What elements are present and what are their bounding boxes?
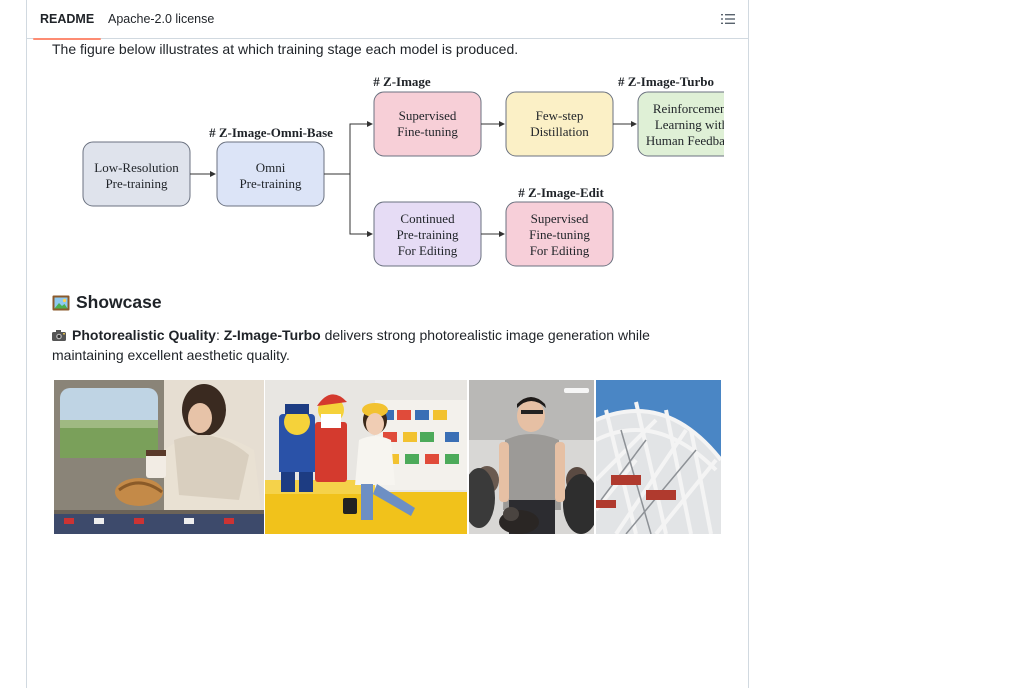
box-line: For Editing — [530, 243, 590, 258]
box-supervised-fine-tuning: Supervised Fine-tuning — [373, 91, 482, 157]
box-continued-pretraining-editing: Continued Pre-training For Editing — [373, 201, 482, 267]
box-line: Supervised — [531, 211, 589, 226]
box-line: Pre-training — [396, 227, 459, 242]
box-line: Omni — [256, 160, 286, 175]
box-line: Few-step — [536, 108, 584, 123]
box-line: Supervised — [399, 108, 457, 123]
framed-picture-icon — [52, 295, 70, 311]
toc-list-icon[interactable] — [718, 9, 738, 29]
readme-panel: README Apache-2.0 license The figure bel… — [26, 0, 749, 688]
showcase-heading: Showcase — [52, 292, 162, 313]
tab-license[interactable]: Apache-2.0 license — [101, 0, 221, 39]
box-line: Human Feedback — [646, 133, 724, 148]
box-rlhf: Reinforcement Learning with Human Feedba… — [637, 91, 746, 157]
box-line: Low-Resolution — [94, 160, 179, 175]
showcase-gallery — [54, 380, 721, 534]
showcase-image-man-with-dog[interactable] — [469, 380, 594, 534]
label-z-image-omni-base: # Z-Image-Omni-Base — [209, 125, 333, 140]
label-z-image: # Z-Image — [373, 74, 431, 89]
box-line: Pre-training — [105, 176, 168, 191]
showcase-description: Photorealistic Quality: Z-Image-Turbo de… — [52, 326, 702, 365]
box-few-step-distillation: Few-step Distillation — [505, 91, 614, 157]
box-line: Fine-tuning — [397, 124, 458, 139]
training-stages-svg: # Z-Image # Z-Image-Turbo # Z-Image-Omni… — [82, 74, 746, 267]
box-low-resolution-pretraining: Low-Resolution Pre-training — [82, 141, 191, 207]
box-line: For Editing — [398, 243, 458, 258]
intro-text: The figure below illustrates at which tr… — [52, 41, 519, 57]
showcase-title: Showcase — [76, 292, 162, 312]
model-name: Z-Image-Turbo — [223, 327, 321, 343]
tab-readme[interactable]: README — [33, 0, 102, 40]
readme-tab-bar: README Apache-2.0 license — [27, 0, 748, 40]
showcase-image-stadium[interactable] — [596, 380, 721, 534]
box-line: Continued — [400, 211, 455, 226]
box-line: Learning with — [655, 117, 724, 132]
box-line: Fine-tuning — [529, 227, 590, 242]
showcase-image-toy-store[interactable] — [265, 380, 467, 534]
box-line: Reinforcement — [653, 101, 724, 116]
box-line: Distillation — [530, 124, 589, 139]
camera-flash-icon — [52, 327, 66, 341]
label-z-image-turbo: # Z-Image-Turbo — [618, 74, 714, 89]
box-omni-pretraining: Omni Pre-training — [216, 141, 325, 207]
box-sft-editing: Supervised Fine-tuning For Editing — [505, 201, 614, 267]
label-z-image-edit: # Z-Image-Edit — [518, 185, 604, 200]
training-stages-diagram: # Z-Image # Z-Image-Turbo # Z-Image-Omni… — [54, 70, 746, 270]
showcase-image-train-passenger[interactable] — [54, 380, 264, 534]
box-line: Pre-training — [239, 176, 302, 191]
quality-colon: : — [215, 327, 220, 343]
quality-label: Photorealistic Quality — [72, 327, 216, 343]
